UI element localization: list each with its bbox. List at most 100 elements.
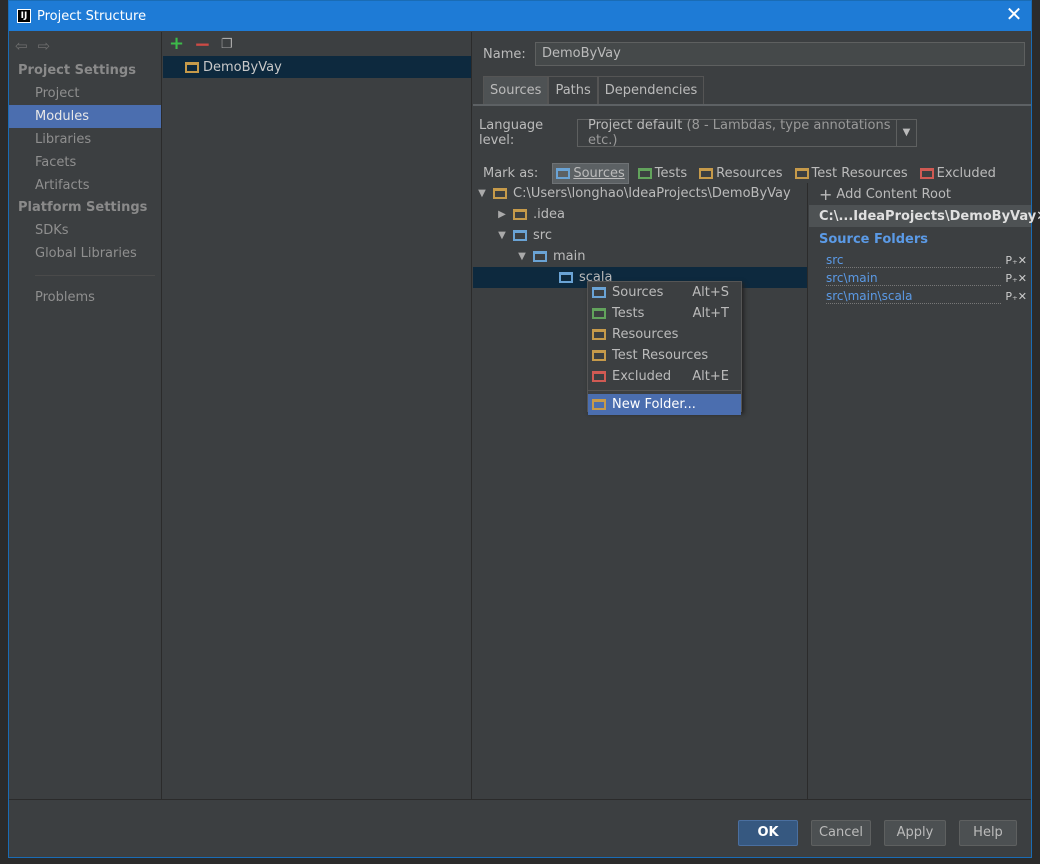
nav-buttons: ⇦ ⇨ [9,32,161,60]
menu-item-label: Excluded [612,369,672,384]
source-folder-icon [559,272,573,283]
add-content-root-label: Add Content Root [836,186,951,202]
source-folder-icon [513,230,527,241]
expand-arrow-icon[interactable]: ▼ [497,230,507,241]
mark-resources-label: Resources [716,165,783,181]
sources-folder-icon [592,287,606,298]
menu-item-sources[interactable]: Sources Alt+S [588,282,741,303]
mark-excluded-button[interactable]: Excluded [917,164,999,183]
module-detail-panel: Name: DemoByVay Sources Paths Dependenci… [473,32,1040,799]
mark-resources-button[interactable]: Resources [696,164,785,183]
remove-root-icon[interactable]: ✕ [1036,209,1040,224]
menu-shortcut: Alt+T [692,306,729,321]
forward-arrow-icon[interactable]: ⇨ [38,37,51,55]
tree-row[interactable]: ▶ .idea [473,204,807,225]
menu-shortcut: Alt+E [692,369,729,384]
sidebar-item-facets[interactable]: Facets [9,151,161,174]
language-level-row: Language level: Project default (8 - Lam… [473,114,1031,152]
mark-sources-button[interactable]: Sources [552,162,629,184]
content-root-pane: + Add Content Root C:\...IdeaProjects\De… [809,183,1040,799]
expand-arrow-icon[interactable]: ▼ [517,251,527,262]
menu-item-excluded[interactable]: Excluded Alt+E [588,366,741,387]
sidebar-item-problems[interactable]: Problems [9,286,161,309]
edit-properties-icon[interactable]: P₊ [1005,254,1017,267]
sidebar-item-modules[interactable]: Modules [9,105,161,128]
remove-icon[interactable]: ✕ [1018,272,1027,285]
tree-row-label: C:\Users\longhao\IdeaProjects\DemoByVay [513,186,791,201]
content-root-path-label: C:\...IdeaProjects\DemoByVay [819,208,1037,224]
tab-paths[interactable]: Paths [548,76,598,104]
add-content-root-button[interactable]: + Add Content Root [809,183,1031,205]
tree-row[interactable]: ▼ main [473,246,807,267]
cancel-button[interactable]: Cancel [811,820,871,846]
folder-icon [513,209,527,220]
source-folder-row: src P₊ ✕ [809,251,1031,269]
test-resources-folder-icon [794,167,809,179]
context-menu: Sources Alt+S Tests Alt+T Resources Test R… [587,281,742,415]
mark-test-resources-button[interactable]: Test Resources [792,164,911,183]
menu-shortcut: Alt+S [692,285,729,300]
module-item[interactable]: DemoByVay [163,56,471,78]
add-icon[interactable]: + [169,35,184,53]
content-root-path: C:\...IdeaProjects\DemoByVay ✕ [809,205,1040,227]
expand-arrow-icon[interactable]: ▼ [477,188,487,199]
tree-row[interactable]: ▼ C:\Users\longhao\IdeaProjects\DemoByVa… [473,183,807,204]
module-folder-icon [185,61,199,73]
tests-folder-icon [637,167,652,179]
resources-folder-icon [699,167,714,179]
menu-item-label: Test Resources [612,348,709,363]
module-list-panel: + − ❐ DemoByVay [163,32,472,799]
remove-icon[interactable]: ✕ [1018,290,1027,303]
name-field[interactable]: DemoByVay [535,42,1025,66]
language-level-main: Project default [588,118,683,133]
source-folder-link[interactable]: src\main\scala [826,289,1002,304]
menu-item-label: Tests [612,306,645,321]
tree-row[interactable]: ▼ src [473,225,807,246]
menu-item-label: Resources [612,327,679,342]
back-arrow-icon[interactable]: ⇦ [15,37,28,55]
settings-sidebar: ⇦ ⇨ Project Settings Project Modules Lib… [9,32,162,799]
intellij-icon: IJ [17,9,31,23]
menu-item-tests[interactable]: Tests Alt+T [588,303,741,324]
tree-row-label: main [553,249,586,264]
window-title: Project Structure [37,8,147,24]
menu-item-label: Sources [612,285,664,300]
title-bar: IJ Project Structure ✕ [9,1,1031,31]
tab-sources[interactable]: Sources [483,76,549,104]
menu-item-label: New Folder... [612,397,696,412]
expand-arrow-icon[interactable]: ▶ [497,209,507,220]
plus-icon: + [819,184,833,204]
source-folder-link[interactable]: src [826,253,1002,268]
source-folders-header: Source Folders [819,232,929,247]
language-level-select[interactable]: Project default (8 - Lambdas, type annot… [577,118,917,148]
mark-tests-label: Tests [654,165,688,181]
test-resources-folder-icon [592,350,606,361]
source-folder-link[interactable]: src\main [826,271,1002,286]
sidebar-item-libraries[interactable]: Libraries [9,128,161,151]
ok-button[interactable]: OK [738,820,798,846]
menu-item-new-folder[interactable]: New Folder... [588,394,741,415]
name-label: Name: [483,46,526,62]
apply-button[interactable]: Apply [884,820,946,846]
edit-properties-icon[interactable]: P₊ [1005,290,1017,303]
menu-item-test-resources[interactable]: Test Resources [588,345,741,366]
sidebar-item-project[interactable]: Project [9,82,161,105]
menu-item-resources[interactable]: Resources [588,324,741,345]
chevron-down-icon[interactable]: ▼ [896,120,916,146]
tab-dependencies[interactable]: Dependencies [597,76,705,104]
project-structure-dialog: IJ Project Structure ✕ ⇦ ⇨ Project Setti… [8,0,1040,858]
mark-tests-button[interactable]: Tests [635,164,690,183]
remove-icon[interactable]: ✕ [1018,254,1027,267]
copy-icon[interactable]: ❐ [221,37,233,52]
remove-icon[interactable]: − [194,34,211,54]
close-icon[interactable]: ✕ [1003,4,1025,26]
sidebar-item-sdks[interactable]: SDKs [9,219,161,242]
name-row: Name: DemoByVay [473,32,1031,76]
edit-properties-icon[interactable]: P₊ [1005,272,1017,285]
section-project-settings: Project Settings [18,63,136,78]
section-platform-settings: Platform Settings [18,200,148,215]
sidebar-item-global-libraries[interactable]: Global Libraries [9,242,161,265]
help-button[interactable]: Help [959,820,1017,846]
sidebar-item-artifacts[interactable]: Artifacts [9,174,161,197]
mark-sources-label: Sources [573,165,625,181]
